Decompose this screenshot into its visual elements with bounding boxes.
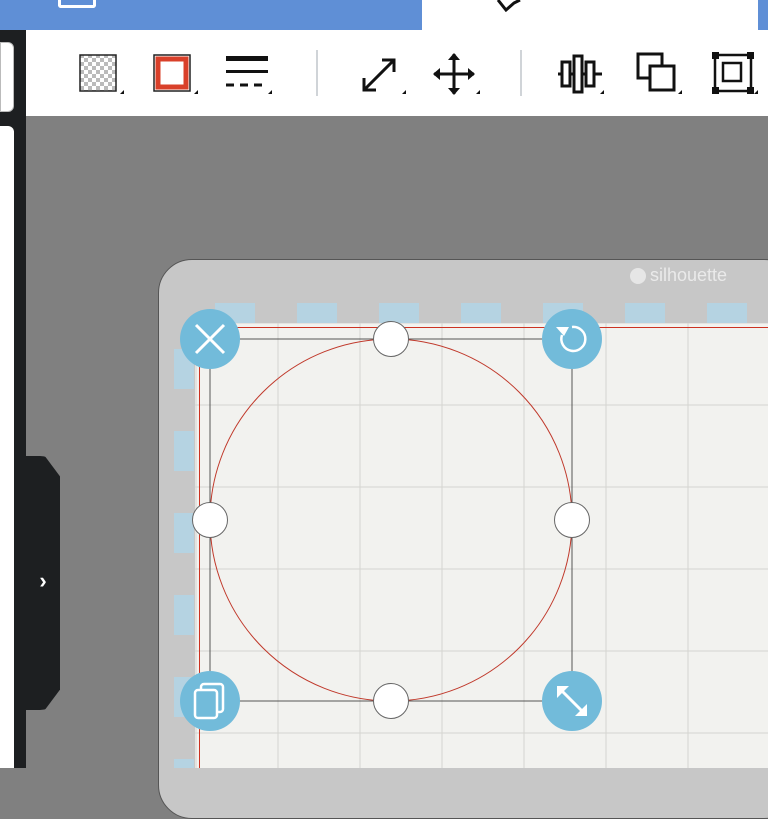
resize-handle-top[interactable] <box>373 321 409 357</box>
rotate-button[interactable] <box>542 309 602 369</box>
delete-button[interactable] <box>180 309 240 369</box>
close-icon <box>194 323 226 355</box>
selected-shape[interactable] <box>0 0 768 768</box>
resize-handle-left[interactable] <box>192 502 228 538</box>
resize-button[interactable] <box>542 671 602 731</box>
duplicate-button[interactable] <box>180 671 240 731</box>
resize-handle-right[interactable] <box>554 502 590 538</box>
rotate-icon <box>556 325 587 353</box>
resize-handle-bottom[interactable] <box>373 683 409 719</box>
resize-icon <box>557 686 587 716</box>
duplicate-icon <box>193 682 225 720</box>
